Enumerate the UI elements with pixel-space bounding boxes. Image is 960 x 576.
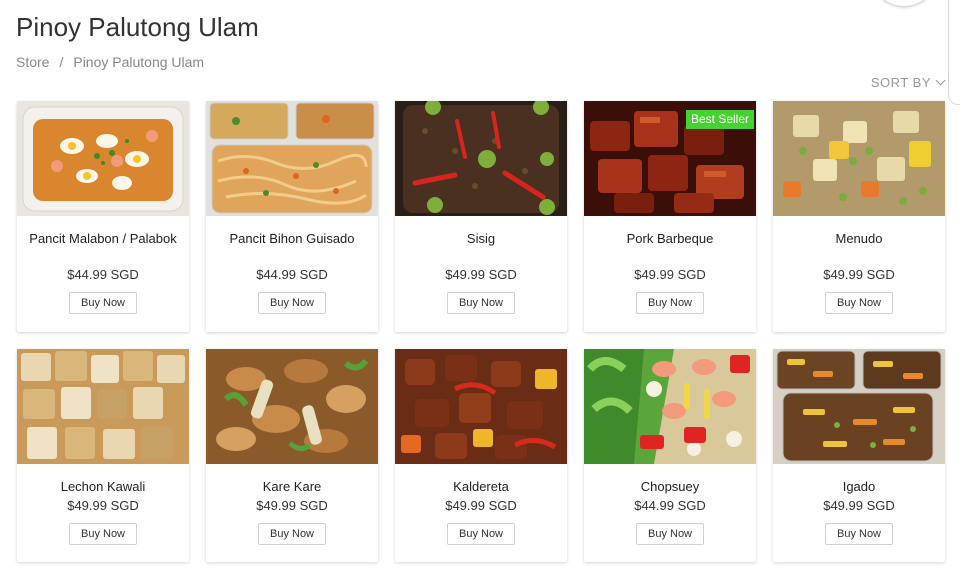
product-name[interactable]: Pork Barbeque — [592, 230, 748, 247]
breadcrumb-current: Pinoy Palutong Ulam — [73, 54, 205, 70]
product-card[interactable]: Kaldereta $49.99 SGD Buy Now — [395, 349, 567, 562]
product-price: $49.99 SGD — [445, 498, 517, 513]
product-name[interactable]: Kaldereta — [403, 478, 559, 495]
buy-now-button[interactable]: Buy Now — [636, 292, 704, 314]
product-price: $44.99 SGD — [634, 498, 706, 513]
page-title: Pinoy Palutong Ulam — [16, 12, 259, 42]
product-name[interactable]: Pancit Malabon / Palabok — [25, 230, 181, 247]
buy-now-button[interactable]: Buy Now — [825, 523, 893, 545]
product-card[interactable]: Sisig $49.99 SGD Buy Now — [395, 101, 567, 332]
product-card[interactable]: Menudo $49.99 SGD Buy Now — [773, 101, 945, 332]
product-price: $49.99 SGD — [823, 267, 895, 282]
side-panel-edge — [948, 0, 960, 105]
breadcrumb-separator: / — [59, 54, 64, 70]
sort-by-dropdown[interactable]: SORT BY — [870, 75, 946, 90]
product-name[interactable]: Igado — [781, 478, 937, 495]
breadcrumb: Store / Pinoy Palutong Ulam — [16, 54, 204, 70]
buy-now-button[interactable]: Buy Now — [258, 292, 326, 314]
product-image-kaldereta[interactable] — [395, 349, 567, 464]
buy-now-button[interactable]: Buy Now — [636, 523, 704, 545]
product-price: $49.99 SGD — [823, 498, 895, 513]
product-name[interactable]: Menudo — [781, 230, 937, 247]
product-image-sisig[interactable] — [395, 101, 567, 216]
product-card[interactable]: Igado $49.99 SGD Buy Now — [773, 349, 945, 562]
product-card[interactable]: Kare Kare $49.99 SGD Buy Now — [206, 349, 378, 562]
product-price: $49.99 SGD — [67, 498, 139, 513]
product-card[interactable]: Pancit Malabon / Palabok $44.99 SGD Buy … — [17, 101, 189, 332]
sort-by-label: SORT BY — [870, 75, 931, 90]
product-price: $44.99 SGD — [256, 267, 328, 282]
buy-now-button[interactable]: Buy Now — [447, 292, 515, 314]
chevron-down-icon — [935, 75, 946, 86]
product-name[interactable]: Chopsuey — [592, 478, 748, 495]
product-image-menudo[interactable] — [773, 101, 945, 216]
product-price: $49.99 SGD — [256, 498, 328, 513]
product-name[interactable]: Pancit Bihon Guisado — [214, 230, 370, 247]
product-name[interactable]: Sisig — [403, 230, 559, 247]
buy-now-button[interactable]: Buy Now — [258, 523, 326, 545]
product-image-kare-kare[interactable] — [206, 349, 378, 464]
product-card[interactable]: Pancit Bihon Guisado $44.99 SGD Buy Now — [206, 101, 378, 332]
buy-now-button[interactable]: Buy Now — [825, 292, 893, 314]
product-image-lechon-kawali[interactable] — [17, 349, 189, 464]
buy-now-button[interactable]: Buy Now — [447, 523, 515, 545]
product-image-pancit-malabon[interactable] — [17, 101, 189, 216]
product-image-chopsuey[interactable] — [584, 349, 756, 464]
product-name[interactable]: Lechon Kawali — [25, 478, 181, 495]
breadcrumb-store-link[interactable]: Store — [16, 54, 49, 70]
best-seller-badge: Best Seller — [685, 110, 754, 129]
buy-now-button[interactable]: Buy Now — [69, 523, 137, 545]
product-price: $49.99 SGD — [634, 267, 706, 282]
product-card[interactable]: Chopsuey $44.99 SGD Buy Now — [584, 349, 756, 562]
product-name[interactable]: Kare Kare — [214, 478, 370, 495]
buy-now-button[interactable]: Buy Now — [69, 292, 137, 314]
product-card[interactable]: Lechon Kawali $49.99 SGD Buy Now — [17, 349, 189, 562]
product-price: $44.99 SGD — [67, 267, 139, 282]
account-avatar-button[interactable] — [876, 0, 932, 6]
product-card[interactable]: Best Seller Pork Barbeque $49.99 SGD Buy… — [584, 101, 756, 332]
product-image-igado[interactable] — [773, 349, 945, 464]
product-image-pancit-bihon[interactable] — [206, 101, 378, 216]
product-price: $49.99 SGD — [445, 267, 517, 282]
